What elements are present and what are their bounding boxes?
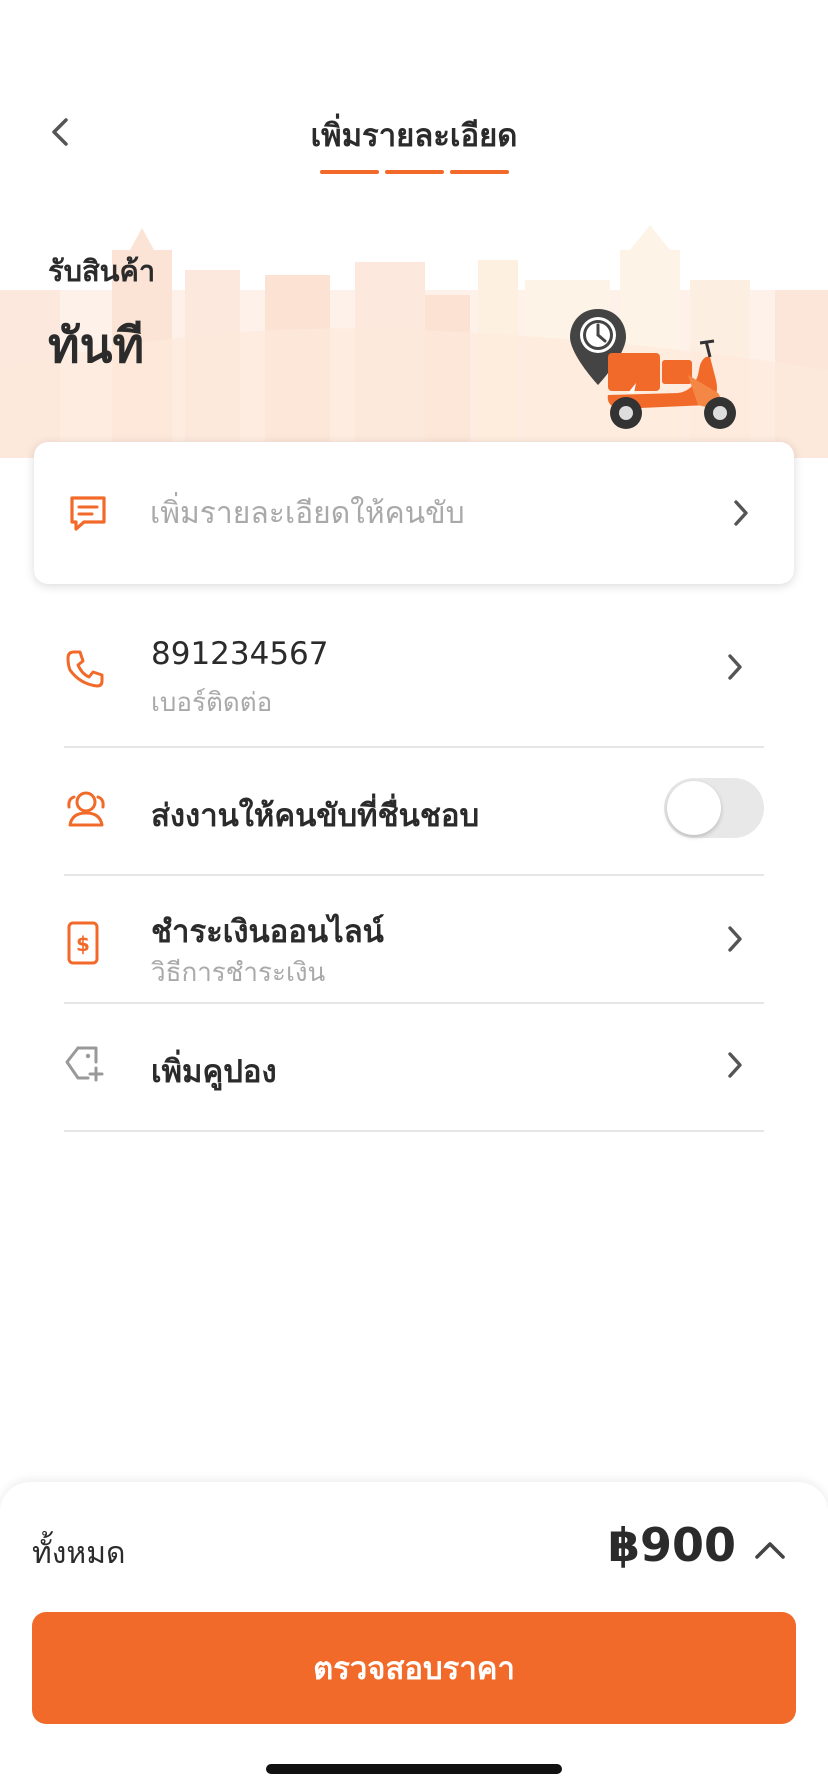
total-label: ทั้งหมด (32, 1536, 126, 1571)
payment-method-value: ชำระเงินออนไลน์ (151, 914, 384, 950)
coupon-tag-icon (65, 1046, 104, 1082)
chevron-right-icon (728, 1052, 742, 1078)
expand-price-details-button[interactable] (750, 1530, 790, 1570)
driver-notes-button[interactable]: เพิ่มรายละเอียดให้คนขับ (34, 442, 794, 584)
coupon-label: เพิ่มคูปอง (151, 1054, 277, 1090)
home-indicator (266, 1764, 562, 1774)
contact-phone-row[interactable]: 891234567 เบอร์ติดต่อ (64, 626, 764, 718)
favorite-driver-row: ส่งงานให้คนขับที่ชื่นชอบ (64, 778, 764, 840)
coupon-row[interactable]: เพิ่มคูปอง (64, 1036, 764, 1096)
chevron-right-icon (734, 500, 748, 526)
driver-notes-placeholder: เพิ่มรายละเอียดให้คนขับ (150, 495, 465, 531)
users-icon (67, 791, 105, 827)
divider (64, 1002, 764, 1004)
divider (64, 746, 764, 748)
step-indicator (385, 170, 444, 174)
svg-text:$: $ (76, 932, 90, 956)
chevron-right-icon (728, 654, 742, 680)
header: เพิ่มรายละเอียด (0, 0, 828, 200)
payment-method-row[interactable]: $ ชำระเงินออนไลน์ วิธีการชำระเงิน (64, 898, 764, 988)
chevron-right-icon (728, 926, 742, 952)
phone-label: เบอร์ติดต่อ (151, 688, 273, 718)
step-indicator (450, 170, 509, 174)
phone-icon (66, 650, 104, 688)
check-price-button[interactable]: ตรวจสอบราคา (32, 1612, 796, 1724)
favorite-driver-toggle[interactable] (664, 778, 764, 838)
pickup-time-value: ทันที (48, 318, 145, 374)
scooter-illustration (570, 309, 736, 429)
step-progress (320, 170, 509, 174)
divider (64, 1130, 764, 1132)
message-icon (70, 496, 106, 531)
page-title: เพิ่มรายละเอียด (310, 118, 518, 154)
pickup-label: รับสินค้า (48, 254, 156, 288)
payment-method-label: วิธีการชำระเงิน (151, 958, 326, 988)
favorite-driver-label: ส่งงานให้คนขับที่ชื่นชอบ (151, 798, 480, 834)
step-indicator (320, 170, 379, 174)
payment-icon: $ (67, 921, 99, 965)
total-price: ฿900 (607, 1518, 736, 1572)
phone-number: 891234567 (151, 636, 329, 672)
toggle-knob (667, 781, 721, 835)
chevron-up-icon (755, 1542, 785, 1559)
divider (64, 874, 764, 876)
